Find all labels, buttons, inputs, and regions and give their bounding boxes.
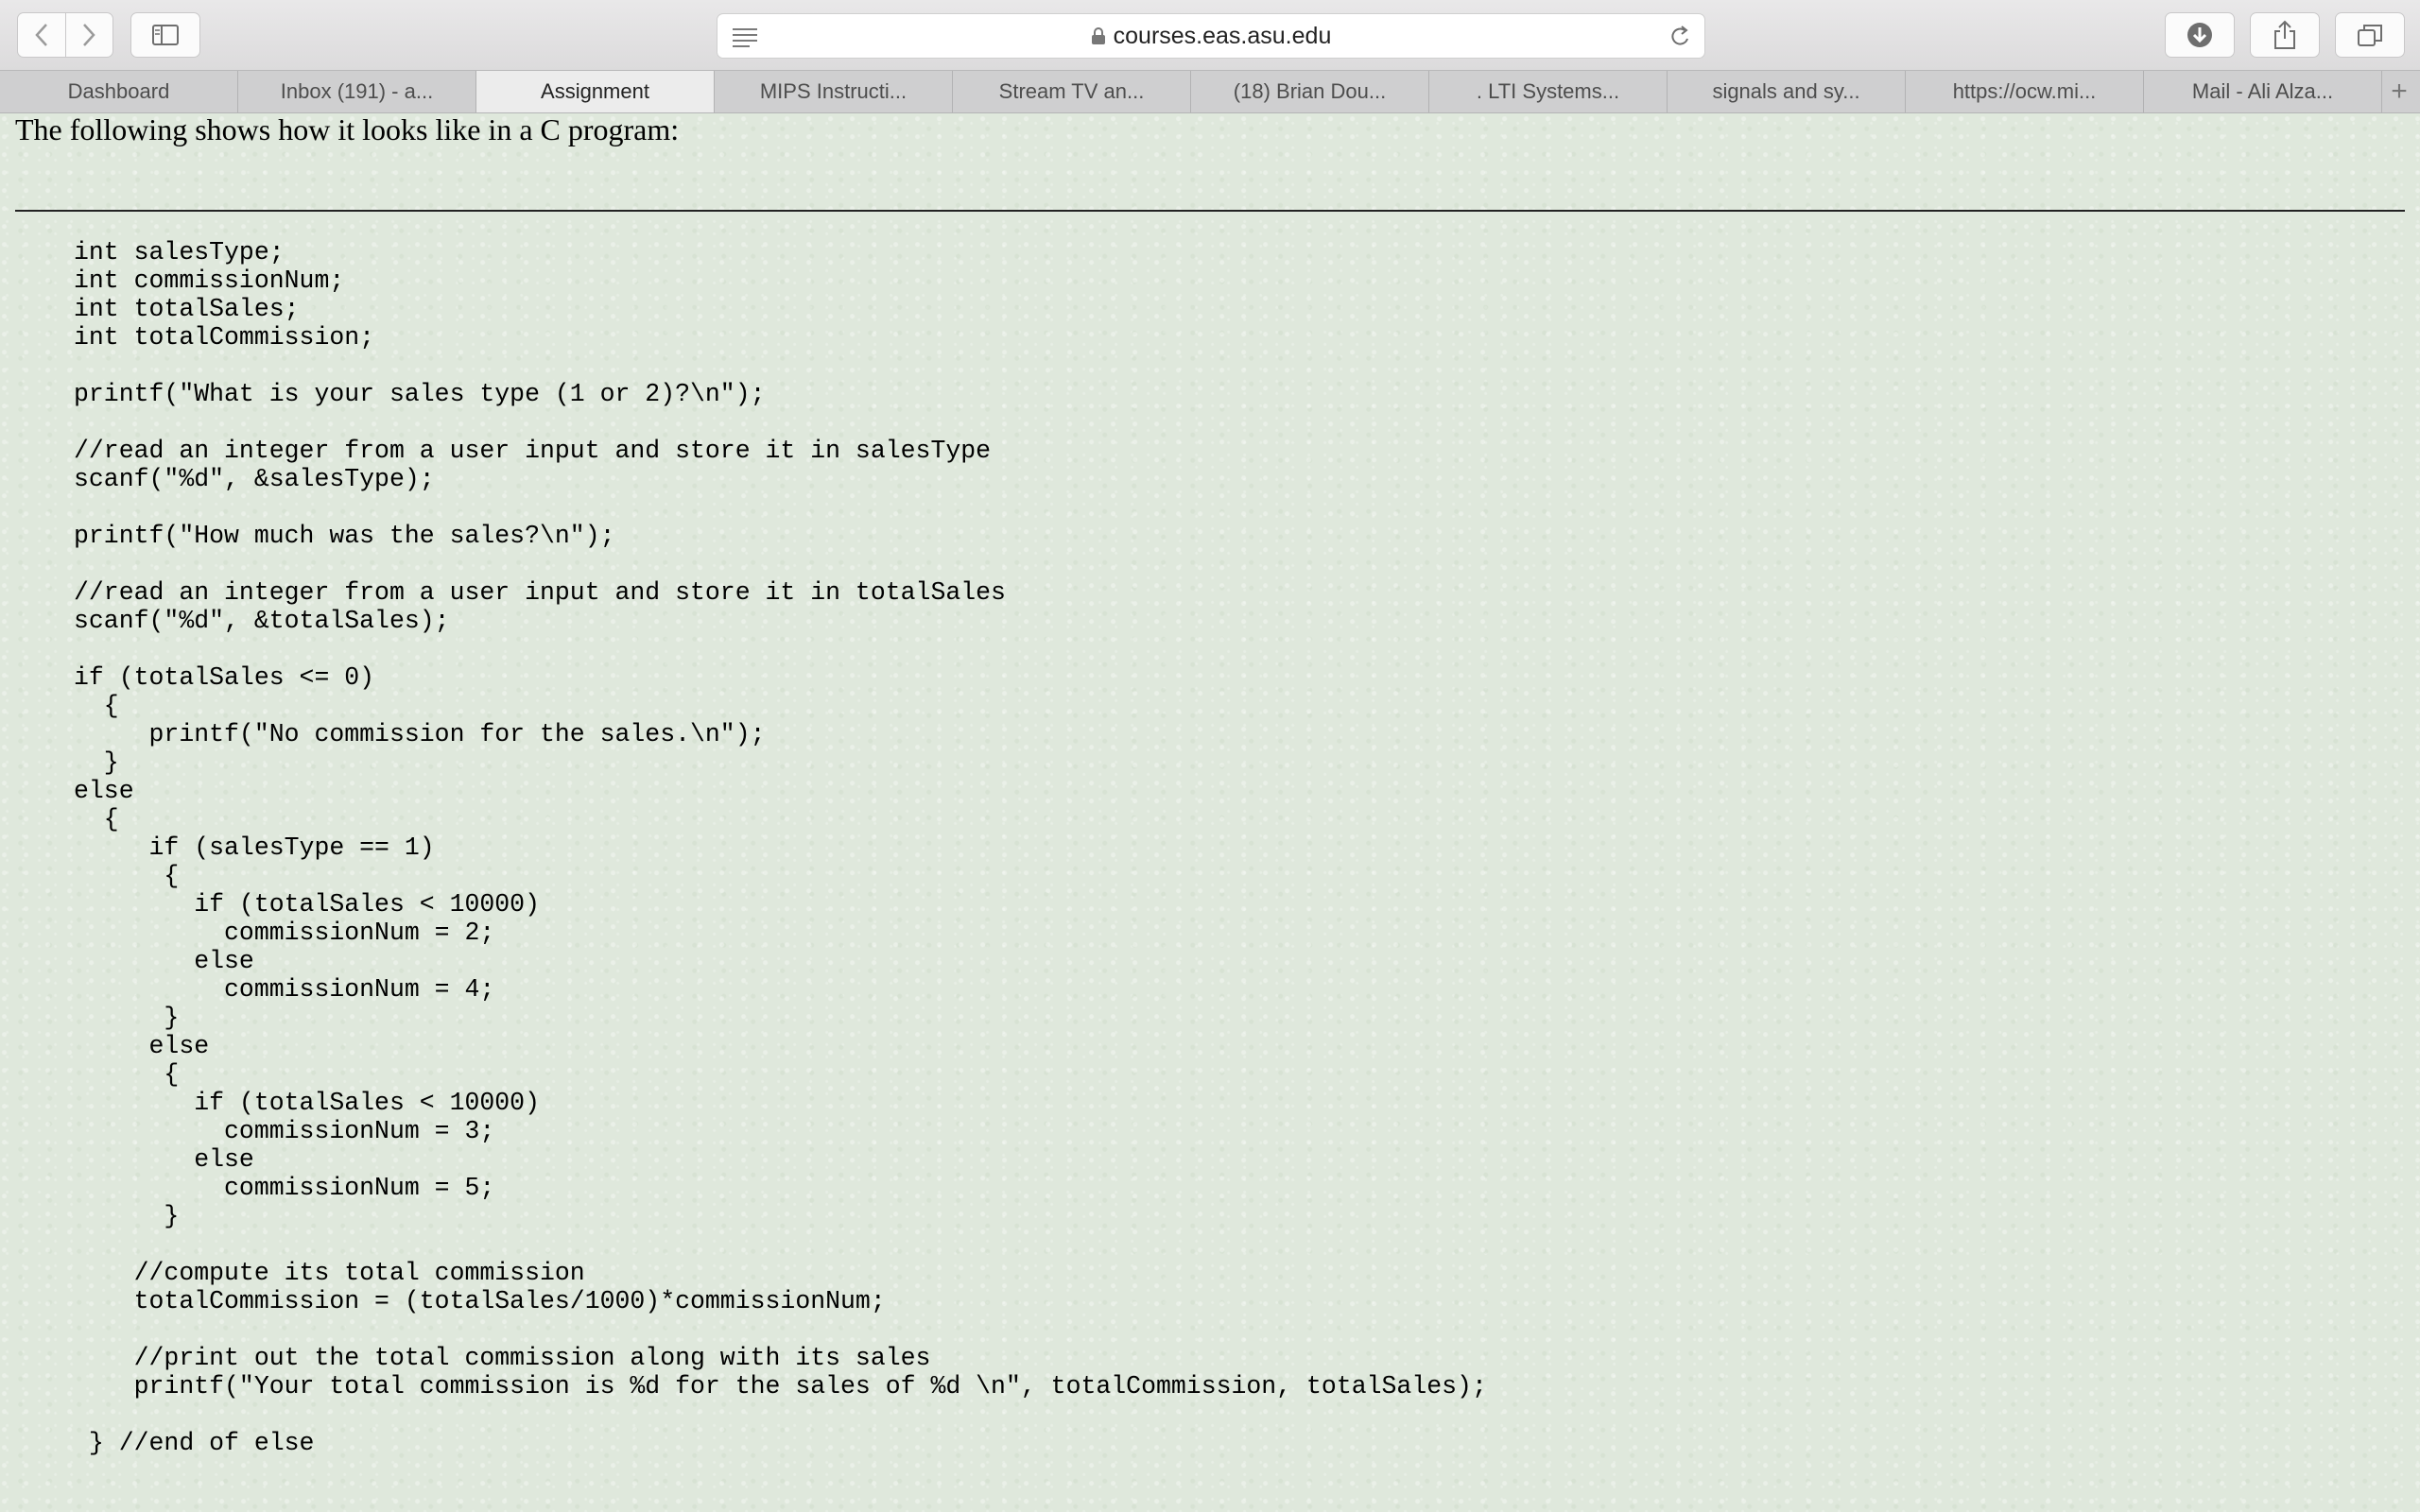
chevron-right-icon — [83, 24, 95, 46]
sidebar-icon — [152, 25, 179, 45]
browser-toolbar: courses.eas.asu.edu — [0, 0, 2420, 70]
show-all-tabs-button[interactable] — [2335, 12, 2405, 58]
back-button[interactable] — [18, 13, 65, 57]
share-button[interactable] — [2250, 12, 2320, 58]
lock-icon — [1091, 27, 1105, 44]
intro-text: The following shows how it looks like in… — [15, 113, 680, 146]
tabs-overview-icon — [2358, 25, 2382, 46]
tab-ocw-mit[interactable]: https://ocw.mi... — [1906, 71, 2144, 112]
tab-dashboard[interactable]: Dashboard — [0, 71, 238, 112]
tab-stream-tv[interactable]: Stream TV an... — [953, 71, 1191, 112]
reload-icon[interactable] — [1668, 25, 1691, 49]
tab-inbox[interactable]: Inbox (191) - a... — [238, 71, 476, 112]
download-icon — [2187, 23, 2212, 47]
new-tab-button[interactable]: + — [2382, 71, 2416, 112]
tab-lti-systems[interactable]: . LTI Systems... — [1429, 71, 1668, 112]
page-content: The following shows how it looks like in… — [0, 113, 2420, 1512]
tab-strip: Dashboard Inbox (191) - a... Assignment … — [0, 70, 2420, 113]
url-display[interactable]: courses.eas.asu.edu — [717, 14, 1704, 58]
tab-mips-instructions[interactable]: MIPS Instructi... — [715, 71, 953, 112]
share-icon — [2274, 20, 2295, 49]
tab-assignment[interactable]: Assignment — [476, 71, 715, 112]
tab-signals-and-systems[interactable]: signals and sy... — [1668, 71, 1906, 112]
plus-icon: + — [2391, 76, 2408, 107]
tab-mail[interactable]: Mail - Ali Alza... — [2144, 71, 2382, 112]
horizontal-rule — [15, 210, 2405, 212]
sidebar-button[interactable] — [130, 12, 200, 58]
tab-brian-dou[interactable]: (18) Brian Dou... — [1191, 71, 1429, 112]
chevron-left-icon — [35, 24, 47, 46]
url-text: courses.eas.asu.edu — [1113, 22, 1332, 49]
navigation-buttons — [17, 12, 113, 58]
code-block: int salesType; int commissionNum; int to… — [74, 238, 1487, 1457]
downloads-button[interactable] — [2165, 12, 2235, 58]
forward-button[interactable] — [64, 13, 113, 57]
address-bar[interactable]: courses.eas.asu.edu — [717, 13, 1705, 59]
